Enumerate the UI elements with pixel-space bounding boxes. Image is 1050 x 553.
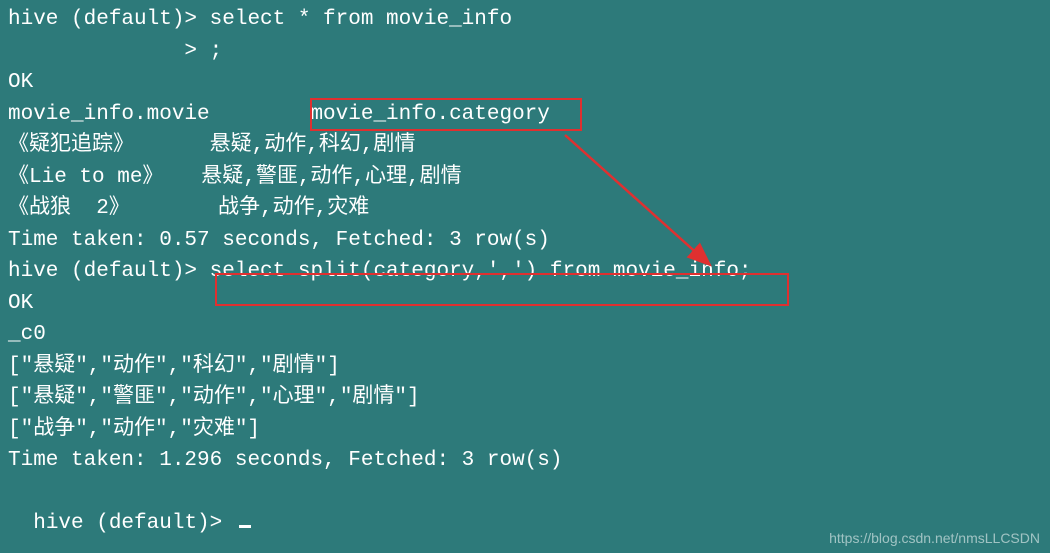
terminal-line-2: > ; (8, 36, 1042, 68)
terminal-line-7: 《战狼 2》 战争,动作,灾难 (8, 193, 1042, 225)
prompt-text: hive (default)> (33, 512, 235, 535)
terminal-line-10: OK (8, 288, 1042, 320)
terminal-line-4: movie_info.movie movie_info.category (8, 99, 1042, 131)
terminal-line-13: ["悬疑","警匪","动作","心理","剧情"] (8, 382, 1042, 414)
terminal-line-11: _c0 (8, 319, 1042, 351)
terminal-line-3: OK (8, 67, 1042, 99)
terminal-line-14: ["战争","动作","灾难"] (8, 414, 1042, 446)
terminal-line-1: hive (default)> select * from movie_info (8, 4, 1042, 36)
terminal-line-12: ["悬疑","动作","科幻","剧情"] (8, 351, 1042, 383)
terminal-line-9: hive (default)> select split(category,',… (8, 256, 1042, 288)
watermark-text: https://blog.csdn.net/nmsLLCSDN (829, 528, 1040, 549)
cursor-icon (239, 525, 251, 528)
terminal-line-5: 《疑犯追踪》 悬疑,动作,科幻,剧情 (8, 130, 1042, 162)
terminal-line-15: Time taken: 1.296 seconds, Fetched: 3 ro… (8, 445, 1042, 477)
terminal-line-6: 《Lie to me》 悬疑,警匪,动作,心理,剧情 (8, 162, 1042, 194)
terminal-line-8: Time taken: 0.57 seconds, Fetched: 3 row… (8, 225, 1042, 257)
